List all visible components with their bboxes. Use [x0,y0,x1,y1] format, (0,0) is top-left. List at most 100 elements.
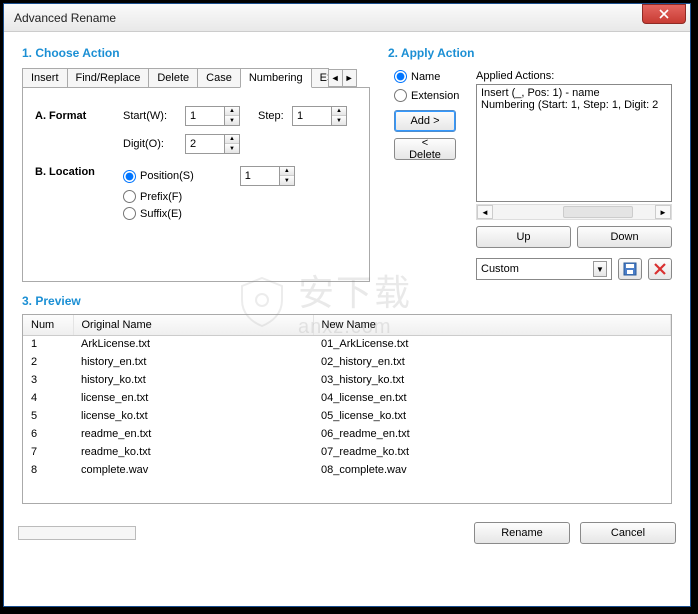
cell-new: 07_readme_ko.txt [313,443,671,461]
cell-new: 05_license_ko.txt [313,407,671,425]
start-spinner[interactable]: ▲▼ [185,106,240,126]
table-row[interactable]: 3history_ko.txt03_history_ko.txt [23,371,671,389]
cell-num: 4 [23,389,73,407]
cell-num: 8 [23,461,73,479]
applied-actions-list[interactable]: Insert (_, Pos: 1) - name Numbering (Sta… [476,84,672,202]
digit-up[interactable]: ▲ [225,135,239,144]
cell-original: license_ko.txt [73,407,313,425]
extension-radio[interactable] [394,89,407,102]
col-num[interactable]: Num [23,315,73,335]
titlebar[interactable]: Advanced Rename [4,4,690,32]
custom-combo[interactable]: Custom ▼ [476,258,612,280]
step-up[interactable]: ▲ [332,107,346,116]
tab-delete[interactable]: Delete [148,68,198,87]
table-row[interactable]: 6readme_en.txt06_readme_en.txt [23,425,671,443]
applied-action-item[interactable]: Insert (_, Pos: 1) - name [481,87,667,99]
chevron-down-icon: ▼ [593,261,607,277]
prefix-label: Prefix(F) [140,191,182,203]
col-new-name[interactable]: New Name [313,315,671,335]
digit-down[interactable]: ▼ [225,144,239,153]
step-spinner[interactable]: ▲▼ [292,106,347,126]
cell-num: 3 [23,371,73,389]
cell-new: 03_history_ko.txt [313,371,671,389]
tab-scroll-left[interactable]: ◄ [328,69,343,87]
rename-button[interactable]: Rename [474,522,570,544]
step-label: Step: [258,110,292,122]
delete-preset-button[interactable] [648,258,672,280]
tab-case[interactable]: Case [197,68,241,87]
position-input[interactable] [240,166,280,186]
tab-scroll-right[interactable]: ► [342,69,357,87]
cell-new: 01_ArkLicense.txt [313,335,671,353]
position-spinner[interactable]: ▲▼ [240,166,295,186]
cell-num: 5 [23,407,73,425]
tab-numbering[interactable]: Numbering [240,68,312,88]
tab-overflow[interactable]: E> [311,68,329,87]
tab-find-replace[interactable]: Find/Replace [67,68,150,87]
step-input[interactable] [292,106,332,126]
cell-original: readme_en.txt [73,425,313,443]
table-row[interactable]: 1ArkLicense.txt01_ArkLicense.txt [23,335,671,353]
digit-input[interactable] [185,134,225,154]
apply-action-title: 2. Apply Action [388,46,672,60]
table-row[interactable]: 5license_ko.txt05_license_ko.txt [23,407,671,425]
save-preset-button[interactable] [618,258,642,280]
cell-original: history_ko.txt [73,371,313,389]
applied-action-item[interactable]: Numbering (Start: 1, Step: 1, Digit: 2 [481,99,667,111]
table-row[interactable]: 4license_en.txt04_license_en.txt [23,389,671,407]
cell-num: 1 [23,335,73,353]
prefix-radio[interactable] [123,190,136,203]
progress-bar [18,526,136,540]
suffix-radio[interactable] [123,207,136,220]
digit-spinner[interactable]: ▲▼ [185,134,240,154]
footer: Rename Cancel [4,514,690,554]
digit-label: Digit(O): [123,138,185,150]
advanced-rename-window: Advanced Rename 1. Choose Action Insert … [3,3,691,607]
scroll-left-icon[interactable]: ◄ [477,205,493,219]
custom-combo-text: Custom [481,263,519,275]
pos-down[interactable]: ▼ [280,176,294,185]
up-button[interactable]: Up [476,226,571,248]
name-label: Name [411,71,440,83]
col-original-name[interactable]: Original Name [73,315,313,335]
table-row[interactable]: 2history_en.txt02_history_en.txt [23,353,671,371]
pos-up[interactable]: ▲ [280,167,294,176]
cancel-button[interactable]: Cancel [580,522,676,544]
preview-title: 3. Preview [22,294,672,308]
start-up[interactable]: ▲ [225,107,239,116]
step-down[interactable]: ▼ [332,116,346,125]
numbering-panel: A. Format Start(W): ▲▼ Step: ▲▼ [22,88,370,282]
location-label: B. Location [35,166,123,178]
cell-original: history_en.txt [73,353,313,371]
save-icon [623,262,637,276]
preview-table: Num Original Name New Name 1ArkLicense.t… [22,314,672,504]
cell-new: 02_history_en.txt [313,353,671,371]
cell-original: license_en.txt [73,389,313,407]
tab-insert[interactable]: Insert [22,68,68,87]
tabs: Insert Find/Replace Delete Case Numberin… [22,66,370,88]
start-input[interactable] [185,106,225,126]
close-button[interactable] [642,4,686,24]
cell-new: 04_license_en.txt [313,389,671,407]
cell-new: 06_readme_en.txt [313,425,671,443]
start-down[interactable]: ▼ [225,116,239,125]
position-radio[interactable] [123,170,136,183]
scroll-right-icon[interactable]: ► [655,205,671,219]
delete-button[interactable]: < Delete [394,138,456,160]
table-row[interactable]: 8complete.wav08_complete.wav [23,461,671,479]
extension-label: Extension [411,90,459,102]
table-row[interactable]: 7readme_ko.txt07_readme_ko.txt [23,443,671,461]
down-button[interactable]: Down [577,226,672,248]
suffix-label: Suffix(E) [140,208,182,220]
cell-original: ArkLicense.txt [73,335,313,353]
position-label: Position(S) [140,170,194,182]
cell-num: 2 [23,353,73,371]
cell-num: 6 [23,425,73,443]
format-label: A. Format [35,110,123,122]
actions-hscroll[interactable]: ◄ ► [476,204,672,220]
window-title: Advanced Rename [8,11,642,25]
cell-num: 7 [23,443,73,461]
scroll-thumb[interactable] [563,206,633,218]
name-radio[interactable] [394,70,407,83]
add-button[interactable]: Add > [394,110,456,132]
